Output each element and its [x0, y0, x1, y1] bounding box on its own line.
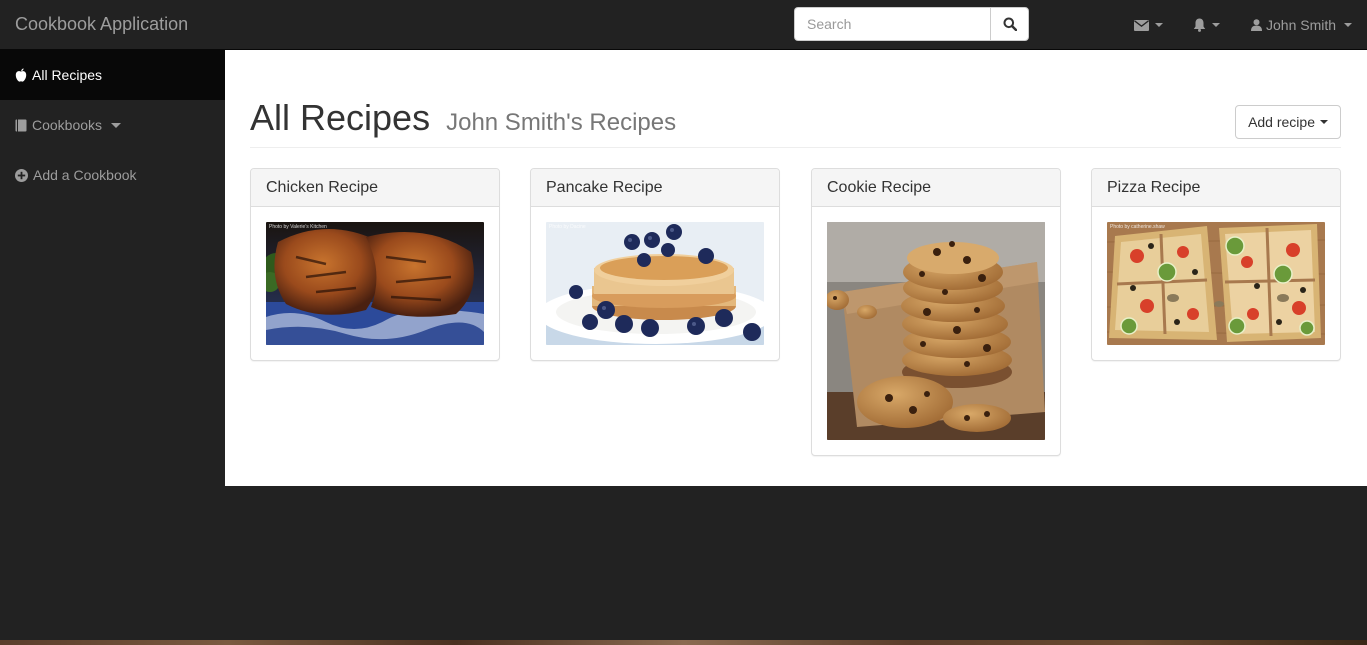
recipe-card-title[interactable]: Chicken Recipe — [251, 169, 499, 207]
sidebar-item-cookbooks[interactable]: Cookbooks — [0, 100, 225, 150]
recipe-card-chicken[interactable]: Chicken Recipe Photo by Valerie's Kitche… — [250, 168, 500, 361]
recipe-card-body: Photo by Valerie's Kitchen — [251, 207, 499, 360]
alerts-dropdown[interactable] — [1193, 0, 1220, 50]
chevron-down-icon — [1212, 23, 1220, 27]
chevron-down-icon — [1320, 120, 1328, 124]
sidebar-item-label: All Recipes — [32, 67, 103, 83]
recipe-photo-chicken[interactable]: Photo by Valerie's Kitchen — [266, 222, 484, 345]
chevron-down-icon — [111, 122, 122, 128]
recipe-card-cookie[interactable]: Cookie Recipe — [811, 168, 1061, 456]
sidebar-item-all-recipes[interactable]: All Recipes — [0, 50, 225, 100]
search-group — [794, 7, 1029, 41]
user-name: John Smith — [1266, 17, 1337, 33]
desktop-background-strip — [0, 640, 1367, 645]
recipe-card-title[interactable]: Pizza Recipe — [1092, 169, 1340, 207]
page-wrapper: All Recipes John Smith's Recipes Add rec… — [225, 50, 1367, 486]
page-header: All Recipes John Smith's Recipes Add rec… — [250, 98, 1341, 148]
page-title-text: All Recipes — [250, 97, 431, 138]
add-recipe-button[interactable]: Add recipe — [1235, 105, 1341, 139]
bell-icon — [1193, 18, 1206, 32]
recipe-card-body: Photo by catherine.shaw — [1092, 207, 1340, 360]
add-recipe-label: Add recipe — [1248, 114, 1315, 130]
chevron-down-icon — [1344, 23, 1353, 27]
search-button[interactable] — [990, 7, 1029, 41]
recipe-card-body — [812, 207, 1060, 455]
apple-icon — [15, 68, 27, 82]
sidebar-item-add-cookbook[interactable]: Add a Cookbook — [0, 150, 225, 200]
page-title: All Recipes John Smith's Recipes — [250, 98, 676, 143]
recipe-card-title[interactable]: Cookie Recipe — [812, 169, 1060, 207]
recipe-photo-cookie[interactable] — [827, 222, 1045, 440]
book-icon — [15, 119, 27, 131]
search-icon — [1003, 17, 1017, 31]
recipe-card-body: Photo by Dacine — [531, 207, 779, 360]
plus-circle-icon — [15, 168, 28, 182]
app-brand[interactable]: Cookbook Application — [15, 14, 188, 34]
recipe-card-pancake[interactable]: Pancake Recipe Photo by Dacine — [530, 168, 780, 361]
photo-credit: Photo by Valerie's Kitchen — [269, 224, 327, 230]
recipe-card-title[interactable]: Pancake Recipe — [531, 169, 779, 207]
photo-credit: Photo by Dacine — [549, 224, 586, 230]
envelope-icon — [1134, 19, 1149, 31]
user-icon — [1251, 19, 1262, 31]
recipe-photo-pancake[interactable]: Photo by Dacine — [546, 222, 764, 345]
top-navbar: Cookbook Application John Smith — [0, 0, 1367, 50]
recipe-card-pizza[interactable]: Pizza Recipe Photo by catherine.shaw — [1091, 168, 1341, 361]
photo-credit: Photo by catherine.shaw — [1110, 224, 1165, 230]
search-input[interactable] — [794, 7, 990, 41]
messages-dropdown[interactable] — [1134, 0, 1163, 50]
sidebar-item-label: Add a Cookbook — [33, 167, 137, 183]
page-subtitle: John Smith's Recipes — [446, 109, 677, 136]
sidebar-item-label: Cookbooks — [32, 117, 103, 133]
user-dropdown[interactable]: John Smith — [1251, 0, 1353, 50]
recipe-photo-pizza[interactable]: Photo by catherine.shaw — [1107, 222, 1325, 345]
sidebar: All Recipes Cookbooks Add a Cookbook — [0, 50, 225, 200]
chevron-down-icon — [1155, 23, 1163, 27]
